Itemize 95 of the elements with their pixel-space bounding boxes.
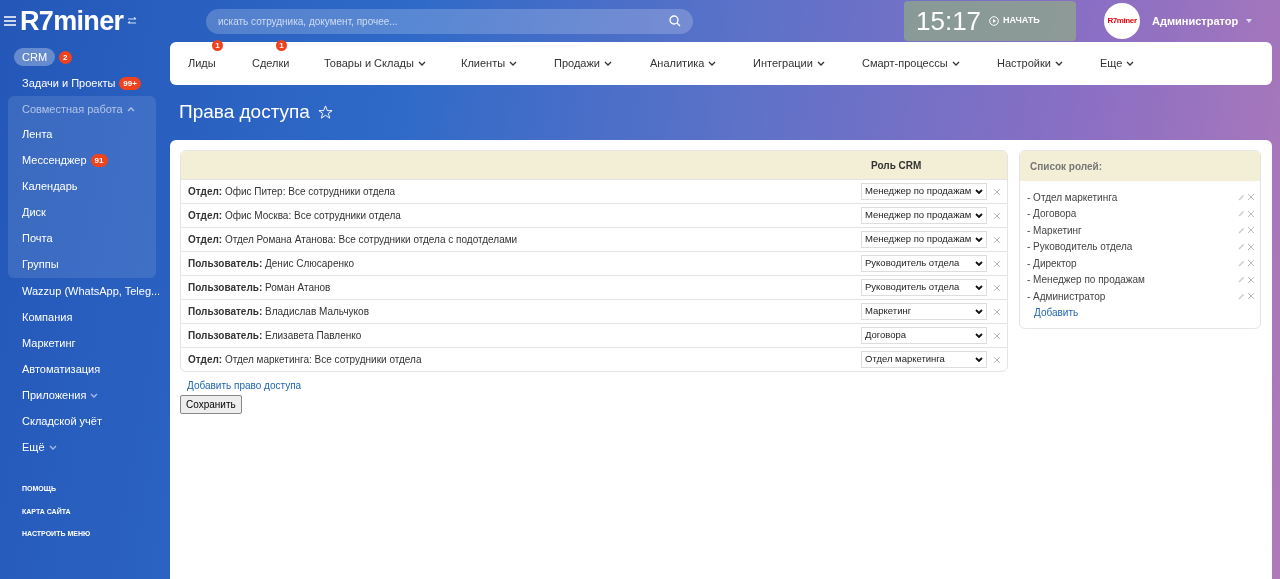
sidebar-item[interactable]: Автоматизация bbox=[14, 360, 101, 378]
notification-badge: 1 bbox=[276, 40, 287, 52]
close-icon[interactable] bbox=[994, 308, 1000, 315]
sidebar-item[interactable]: Wazzup (WhatsApp, Teleg... bbox=[14, 282, 161, 300]
role-select[interactable]: Менеджер по продажам bbox=[861, 207, 987, 224]
sidebar-item[interactable]: Группы bbox=[14, 255, 59, 273]
chevron-down-icon bbox=[975, 356, 983, 363]
chevron-down-icon bbox=[975, 188, 983, 195]
role-item: - Отдел маркетинга bbox=[1027, 190, 1119, 205]
chevron-down-icon bbox=[975, 332, 983, 339]
column-header: Роль CRM bbox=[870, 158, 923, 173]
role-item: - Администратор bbox=[1027, 289, 1107, 304]
swap-icon[interactable] bbox=[127, 17, 138, 25]
access-subject: Отдел: Отдел Романа Атанова: Все сотрудники отдела с подотделами bbox=[188, 233, 519, 247]
close-icon[interactable] bbox=[994, 212, 1000, 219]
count-badge: 2 bbox=[59, 50, 72, 64]
user-menu[interactable]: Администратор bbox=[1152, 12, 1253, 30]
role-select[interactable]: Руководитель отдела bbox=[861, 255, 987, 272]
access-subject: Пользователь: Денис Слюсаренко bbox=[188, 257, 356, 271]
access-subject: Пользователь: Елизавета Павленко bbox=[188, 329, 363, 343]
search-icon bbox=[669, 15, 681, 27]
chevron-down-icon bbox=[975, 284, 983, 291]
chevron-down-icon bbox=[975, 212, 983, 219]
role-select[interactable]: Отдел маркетинга bbox=[861, 351, 987, 368]
close-icon[interactable] bbox=[994, 356, 1000, 363]
chevron-up-icon bbox=[126, 106, 135, 112]
avatar[interactable]: R7miner bbox=[1104, 3, 1140, 39]
role-select[interactable]: Договора bbox=[861, 327, 987, 344]
role-item: - Договора bbox=[1027, 207, 1078, 222]
logo[interactable]: R7miner bbox=[20, 7, 124, 35]
access-subject: Отдел: Офис Питер: Все сотрудники отдела bbox=[188, 185, 397, 199]
close-icon[interactable] bbox=[1248, 293, 1254, 300]
sidebar-item[interactable]: Приложения bbox=[14, 386, 99, 404]
close-icon[interactable] bbox=[994, 236, 1000, 243]
sidebar-item[interactable]: Ещё bbox=[14, 438, 57, 456]
close-icon[interactable] bbox=[1248, 194, 1254, 201]
count-badge: 91 bbox=[90, 153, 108, 167]
sidebar-item[interactable]: Задачи и Проекты bbox=[14, 74, 116, 92]
role-select[interactable]: Руководитель отдела bbox=[861, 279, 987, 296]
access-subject: Пользователь: Владислав Мальчуков bbox=[188, 305, 370, 319]
role-item: - Менеджер по продажам bbox=[1027, 273, 1146, 288]
page-title: Права доступа bbox=[179, 100, 310, 125]
add-role-link[interactable]: Добавить bbox=[1027, 304, 1254, 320]
role-item: - Руководитель отдела bbox=[1027, 240, 1134, 255]
close-icon[interactable] bbox=[994, 284, 1000, 291]
menu-tab[interactable]: Смарт-процессы bbox=[862, 55, 997, 72]
menu-tab[interactable]: Еще bbox=[1100, 55, 1160, 72]
save-button[interactable]: Сохранить bbox=[180, 395, 242, 414]
menu-tab[interactable]: Настройки bbox=[997, 55, 1100, 72]
chevron-down-icon bbox=[975, 260, 983, 267]
sidebar-item[interactable]: Мессенджер bbox=[14, 151, 87, 169]
sidebar-item[interactable]: Складской учёт bbox=[14, 412, 102, 430]
play-icon bbox=[989, 16, 1000, 26]
menu-icon[interactable] bbox=[4, 16, 16, 26]
role-item: - Маркетинг bbox=[1027, 223, 1083, 238]
close-icon[interactable] bbox=[1248, 276, 1254, 283]
close-icon[interactable] bbox=[1248, 227, 1254, 234]
role-select[interactable]: Менеджер по продажам bbox=[861, 231, 987, 248]
caret-icon bbox=[1246, 19, 1253, 23]
close-icon[interactable] bbox=[994, 260, 1000, 267]
close-icon[interactable] bbox=[994, 332, 1000, 339]
sidebar-item[interactable]: Компания bbox=[14, 308, 73, 326]
sidebar-item[interactable]: Лента bbox=[14, 125, 53, 143]
add-access-link[interactable]: Добавить право доступа bbox=[187, 378, 1008, 393]
sidebar-item[interactable]: Диск bbox=[14, 203, 46, 221]
close-icon[interactable] bbox=[994, 188, 1000, 195]
access-subject: Отдел: Офис Москва: Все сотрудники отдела bbox=[188, 209, 402, 223]
role-item: - Директор bbox=[1027, 256, 1078, 271]
clock-time: 15:17 bbox=[916, 4, 982, 38]
menu-tab[interactable]: Товары и Склады bbox=[324, 55, 461, 72]
close-icon[interactable] bbox=[1248, 243, 1254, 250]
menu-tab[interactable]: Аналитика bbox=[650, 55, 753, 72]
sidebar-item[interactable]: Почта bbox=[14, 229, 53, 247]
pencil-icon[interactable] bbox=[1238, 193, 1245, 201]
menu-tab[interactable]: Продажи bbox=[554, 55, 650, 72]
search-placeholder: искать сотрудника, документ, прочее... bbox=[218, 14, 399, 29]
role-select[interactable]: Маркетинг bbox=[861, 303, 987, 320]
sidebar-item[interactable]: Календарь bbox=[14, 177, 78, 195]
access-subject: Отдел: Отдел маркетинга: Все сотрудники отдела bbox=[188, 353, 423, 367]
chevron-down-icon bbox=[975, 236, 983, 243]
access-subject: Пользователь: Роман Атанов bbox=[188, 281, 332, 295]
chevron-down-icon bbox=[975, 308, 983, 315]
sidebar-item[interactable]: Маркетинг bbox=[14, 334, 76, 352]
menu-tab[interactable]: Клиенты bbox=[461, 55, 554, 72]
sidebar-item[interactable]: CRM bbox=[14, 47, 56, 67]
count-badge: 99+ bbox=[119, 76, 141, 90]
star-icon[interactable] bbox=[317, 105, 333, 120]
chevron-down-icon bbox=[90, 393, 99, 399]
panel-title: Список ролей: bbox=[1030, 159, 1103, 174]
menu-tab[interactable]: Интеграции bbox=[753, 55, 862, 72]
role-select[interactable]: Менеджер по продажам bbox=[861, 183, 987, 200]
notification-badge: 1 bbox=[212, 40, 223, 52]
close-icon[interactable] bbox=[1248, 210, 1254, 217]
close-icon[interactable] bbox=[1248, 260, 1254, 267]
chevron-down-icon bbox=[48, 445, 57, 451]
